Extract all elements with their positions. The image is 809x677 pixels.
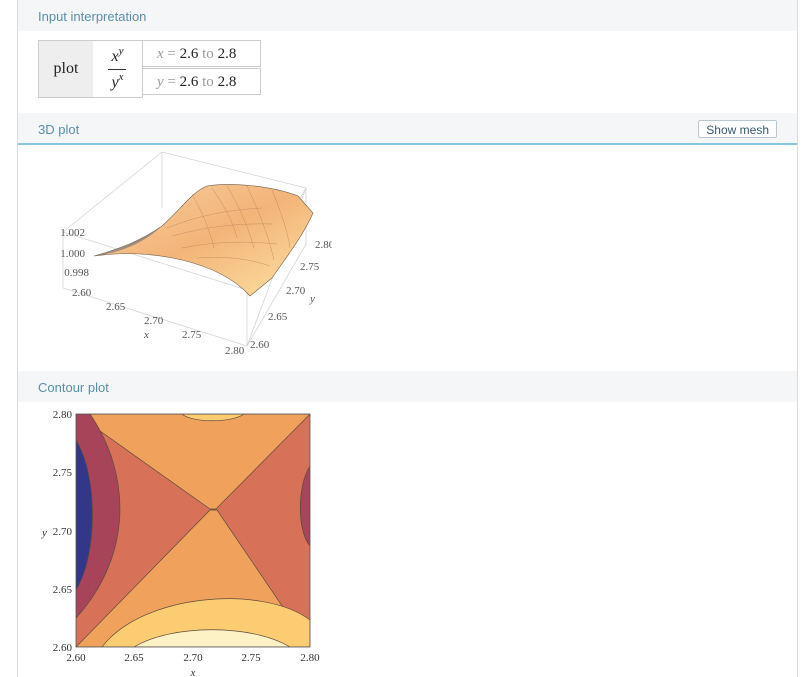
x-tick: 2.65 [124,652,144,664]
contour-y-ticks: 2.80 2.75 2.70 2.65 2.60 [53,409,73,654]
x-tick: 2.75 [241,652,261,664]
x-tick: 2.80 [300,652,320,664]
x-tick: 2.60 [72,287,92,299]
3d-z-ticks: 1.002 1.000 0.998 [60,227,89,279]
fraction-bar [108,69,126,70]
x-tick: 2.60 [66,652,86,664]
y-tick: 2.80 [315,239,332,251]
3d-surface [93,184,314,297]
contour-x-ticks: 2.60 2.65 2.70 2.75 2.80 [66,652,320,664]
contour-plot-header: Contour plot [18,371,797,402]
3d-x-ticks: 2.60 2.65 2.70 2.75 2.80 [72,287,245,357]
3d-y-axis-label: y [309,293,315,305]
z-tick: 1.000 [60,248,85,260]
contour-plot-title: Contour plot [38,380,109,395]
x-tick: 2.70 [183,652,203,664]
3d-plot-title: 3D plot [38,122,80,137]
y-range-cell: y = 2.6 to 2.8 [142,68,261,95]
function-cell: xy yx [93,40,143,98]
y-tick: 2.60 [250,339,270,351]
x-tick: 2.80 [225,345,245,357]
y-tick: 2.65 [268,311,288,323]
contour-plot-image[interactable]: 2.80 2.75 2.70 2.65 2.60 y 2.60 2.65 2.7… [32,406,332,677]
fraction-denominator: yx [111,71,124,91]
z-tick: 1.002 [60,227,85,239]
3d-plot-image[interactable]: 1.002 1.000 0.998 2.60 2.65 2.70 2.75 2.… [32,148,332,364]
y-tick: 2.70 [53,526,73,538]
x-tick: 2.75 [182,329,202,341]
x-tick: 2.70 [144,315,164,327]
y-tick: 2.70 [286,285,306,297]
result-panel: Input interpretation plot xy yx x = 2.6 … [17,0,798,677]
input-interpretation-header: Input interpretation [18,0,797,31]
contour-y-axis-label: y [41,527,47,539]
y-tick: 2.80 [53,409,73,421]
show-mesh-button[interactable]: Show mesh [698,120,777,138]
y-tick: 2.75 [53,467,73,479]
y-tick: 2.75 [300,261,320,273]
plot-keyword-cell: plot [38,40,94,98]
fraction-numerator: xy [111,45,124,65]
contour-fills [76,414,310,647]
3d-x-axis-label: x [143,329,149,341]
x-range-cell: x = 2.6 to 2.8 [142,40,261,67]
x-tick: 2.65 [106,301,126,313]
z-tick: 0.998 [64,267,89,279]
contour-x-axis-label: x [190,667,196,677]
y-tick: 2.65 [53,584,73,596]
3d-plot-header: 3D plot Show mesh [18,113,797,145]
input-interpretation-title: Input interpretation [38,9,147,24]
